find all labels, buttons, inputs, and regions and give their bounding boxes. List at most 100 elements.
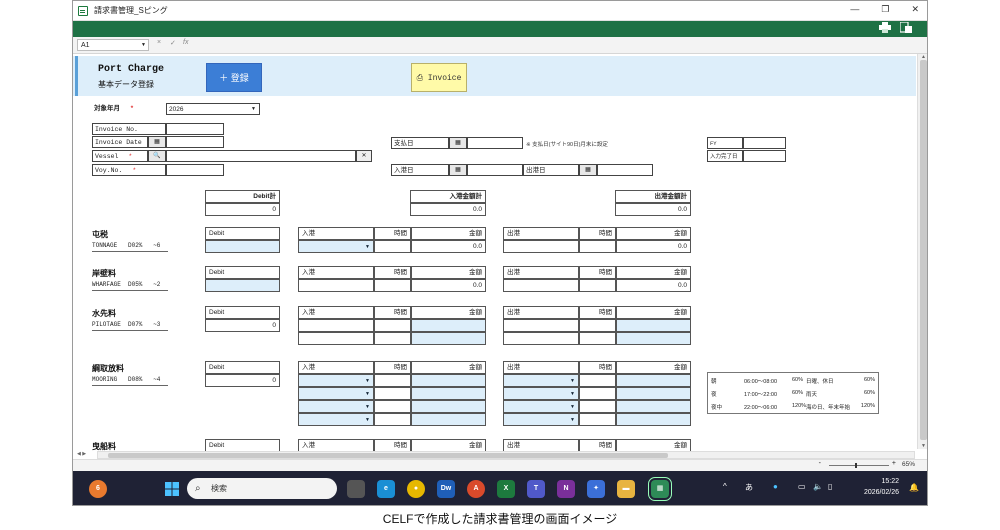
in-type-select[interactable]	[298, 319, 374, 332]
celf-app-icon[interactable]: ▦	[648, 477, 672, 501]
zoom-out-button[interactable]: -	[819, 460, 821, 467]
calendar-icon[interactable]: ▦	[579, 164, 597, 176]
time-field[interactable]	[579, 332, 616, 345]
taskbar-search[interactable]: ⌕ 検索	[187, 478, 337, 499]
amount-field[interactable]	[411, 387, 486, 400]
time-field[interactable]	[579, 279, 616, 292]
close-button[interactable]: ✕	[911, 4, 919, 15]
fy-field[interactable]	[743, 137, 786, 149]
battery-icon[interactable]: ▯	[828, 482, 832, 491]
amount-field[interactable]	[616, 413, 691, 426]
departure-date-field[interactable]	[597, 164, 653, 176]
vertical-scrollbar[interactable]: ▲ ▼	[917, 54, 927, 449]
amount-field[interactable]	[616, 332, 691, 345]
acrobat-icon[interactable]: A	[467, 480, 485, 498]
out-type-select[interactable]	[503, 279, 579, 292]
chrome-icon[interactable]: ●	[407, 480, 425, 498]
out-type-select[interactable]: ▼	[503, 413, 579, 426]
hscroll-thumb[interactable]	[108, 453, 668, 458]
amount-field[interactable]	[616, 387, 691, 400]
voy-no-field[interactable]	[166, 164, 224, 176]
out-type-select[interactable]	[503, 240, 579, 253]
time-field[interactable]	[374, 332, 411, 345]
invoice-date-field[interactable]	[166, 136, 224, 148]
amount-field[interactable]: 0.0	[411, 240, 486, 253]
target-month-select[interactable]: 2026 ▼	[166, 103, 260, 115]
onenote-icon[interactable]: N	[557, 480, 575, 498]
time-field[interactable]	[374, 387, 411, 400]
volume-icon[interactable]: 🔈	[813, 482, 823, 491]
arrival-date-field[interactable]	[467, 164, 523, 176]
payment-date-field[interactable]	[467, 137, 523, 149]
time-field[interactable]	[579, 319, 616, 332]
confirm-icon[interactable]: ✓	[170, 39, 176, 47]
cell-reference-box[interactable]: A1 ▼	[77, 39, 149, 51]
explorer-icon[interactable]: ▬	[617, 480, 635, 498]
chevron-up-icon[interactable]: ^	[723, 482, 727, 491]
cancel-icon[interactable]: ×	[157, 39, 161, 46]
weather-icon[interactable]: 6	[89, 480, 107, 498]
dreamweaver-icon[interactable]: Dw	[437, 480, 455, 498]
in-type-select[interactable]: ▼	[298, 374, 374, 387]
time-field[interactable]	[374, 413, 411, 426]
amount-field[interactable]	[411, 400, 486, 413]
vessel-field[interactable]	[166, 150, 356, 162]
teams-icon[interactable]: T	[527, 480, 545, 498]
amount-field[interactable]: 0.0	[411, 279, 486, 292]
calendar-icon[interactable]: ▦	[148, 136, 166, 148]
out-type-select[interactable]: ▼	[503, 400, 579, 413]
time-field[interactable]	[579, 413, 616, 426]
time-field[interactable]	[374, 400, 411, 413]
excel-icon[interactable]: X	[497, 480, 515, 498]
zoom-slider[interactable]	[829, 463, 889, 468]
in-type-select[interactable]: ▼	[298, 240, 374, 253]
debit-field[interactable]	[205, 279, 280, 292]
in-type-select[interactable]	[298, 279, 374, 292]
scroll-thumb[interactable]	[920, 60, 927, 440]
calendar-icon[interactable]: ▦	[449, 137, 467, 149]
amount-field[interactable]: 0.0	[616, 279, 691, 292]
horizontal-scrollbar[interactable]	[97, 451, 915, 459]
in-type-select[interactable]	[298, 332, 374, 345]
function-icon[interactable]: fx	[183, 39, 188, 46]
invoice-no-field[interactable]	[166, 123, 224, 135]
start-icon[interactable]	[163, 480, 181, 498]
amount-field[interactable]	[616, 400, 691, 413]
copilot-icon[interactable]: ✦	[587, 480, 605, 498]
amount-field[interactable]	[411, 319, 486, 332]
time-field[interactable]	[579, 400, 616, 413]
out-type-select[interactable]: ▼	[503, 387, 579, 400]
search-icon[interactable]: 🔍	[148, 150, 166, 162]
register-button[interactable]: ＋ 登録	[206, 63, 262, 92]
restore-button[interactable]: ❐	[881, 4, 889, 15]
out-type-select[interactable]	[503, 319, 579, 332]
zoom-in-button[interactable]: +	[892, 460, 896, 467]
clear-icon[interactable]: ✕	[356, 150, 372, 162]
invoice-button[interactable]: ⎙ Invoice	[411, 63, 467, 92]
time-field[interactable]	[579, 387, 616, 400]
minimize-button[interactable]: —	[850, 4, 859, 15]
export-icon[interactable]	[899, 21, 913, 35]
clock[interactable]: 15:22 2026/02/26	[864, 476, 899, 498]
amount-field[interactable]	[616, 319, 691, 332]
time-field[interactable]	[374, 279, 411, 292]
debit-field[interactable]: 0	[205, 319, 280, 332]
notification-bell-icon[interactable]: 🔔	[909, 483, 919, 492]
time-field[interactable]	[374, 374, 411, 387]
printer-icon[interactable]	[878, 22, 892, 35]
amount-field[interactable]: 0.0	[616, 240, 691, 253]
edge-icon[interactable]: e	[377, 480, 395, 498]
out-type-select[interactable]	[503, 332, 579, 345]
copilot-tray-icon[interactable]: ●	[773, 482, 778, 491]
sheet-nav[interactable]: ◀ ▶	[73, 451, 97, 459]
input-done-field[interactable]	[743, 150, 786, 162]
debit-field[interactable]	[205, 240, 280, 253]
debit-field[interactable]: 0	[205, 374, 280, 387]
amount-field[interactable]	[616, 374, 691, 387]
time-field[interactable]	[374, 319, 411, 332]
time-field[interactable]	[374, 240, 411, 253]
in-type-select[interactable]: ▼	[298, 387, 374, 400]
amount-field[interactable]	[411, 413, 486, 426]
display-icon[interactable]: ▭	[798, 482, 806, 491]
time-field[interactable]	[579, 240, 616, 253]
